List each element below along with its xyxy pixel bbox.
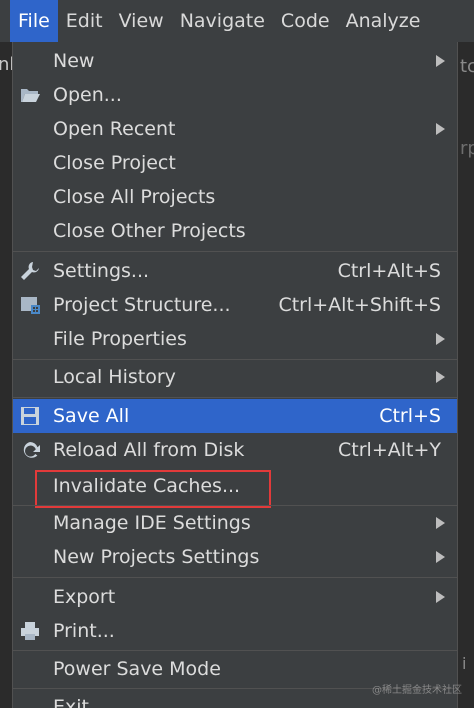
submenu-arrow-icon — [436, 551, 445, 563]
menu-item-label: Export — [53, 586, 116, 608]
menu-item-label: Local History — [53, 366, 176, 388]
menu-item-manage-ide-settings[interactable]: Manage IDE Settings — [13, 506, 457, 540]
submenu-arrow-icon — [436, 517, 445, 529]
menu-separator — [13, 650, 457, 651]
menu-item-file-properties[interactable]: File Properties — [13, 322, 457, 356]
menu-item-label: Project Structure... — [53, 294, 231, 316]
submenu-arrow-icon — [436, 55, 445, 67]
background-text: rp — [460, 138, 474, 159]
menu-item-open[interactable]: Open... — [13, 78, 457, 112]
menu-item-label: Power Save Mode — [53, 658, 221, 680]
menu-item-label: Settings... — [53, 260, 150, 282]
editor-background-right: tc rp i — [458, 42, 474, 708]
menu-edit[interactable]: Edit — [58, 0, 111, 42]
menu-item-settings[interactable]: Settings... Ctrl+Alt+S — [13, 254, 457, 288]
menu-item-label: Exit — [53, 696, 89, 708]
menu-view[interactable]: View — [111, 0, 172, 42]
editor-background-left: nl — [0, 42, 14, 708]
menu-item-label: Reload All from Disk — [53, 439, 245, 461]
red-highlight-annotation — [35, 470, 271, 508]
menu-item-label: Close All Projects — [53, 186, 216, 208]
project-structure-icon — [19, 294, 41, 316]
file-menu-dropdown: New Open... Open Recent Close Project Cl… — [12, 42, 458, 708]
menu-item-new-projects-settings[interactable]: New Projects Settings — [13, 540, 457, 574]
menu-separator — [13, 577, 457, 578]
watermark: @稀土掘金技术社区 — [372, 685, 462, 696]
menu-item-label: Save All — [53, 405, 130, 427]
menu-item-label: New Projects Settings — [53, 546, 260, 568]
menu-item-label: Close Project — [53, 152, 176, 174]
wrench-icon — [19, 260, 41, 282]
menu-item-label: Open Recent — [53, 118, 176, 140]
menu-item-label: File Properties — [53, 328, 187, 350]
submenu-arrow-icon — [436, 333, 445, 345]
save-icon — [19, 405, 41, 427]
menu-item-label: New — [53, 50, 95, 72]
menu-item-label: Open... — [53, 84, 122, 106]
ide-window: File Edit View Navigate Code Analyze nl … — [0, 0, 474, 708]
menu-analyze[interactable]: Analyze — [338, 0, 429, 42]
folder-open-icon — [19, 84, 41, 106]
menu-item-close-all-projects[interactable]: Close All Projects — [13, 180, 457, 214]
menu-code[interactable]: Code — [273, 0, 338, 42]
reload-icon — [19, 439, 41, 461]
shortcut-text: Ctrl+S — [379, 405, 441, 427]
background-text: i — [462, 654, 467, 673]
menu-item-close-project[interactable]: Close Project — [13, 146, 457, 180]
menu-item-label: Print... — [53, 620, 115, 642]
menu-item-print[interactable]: Print... — [13, 614, 457, 648]
menu-bar: File Edit View Navigate Code Analyze — [0, 0, 474, 42]
menu-item-local-history[interactable]: Local History — [13, 360, 457, 394]
background-text: tc — [460, 56, 474, 77]
menu-item-project-structure[interactable]: Project Structure... Ctrl+Alt+Shift+S — [13, 288, 457, 322]
shortcut-text: Ctrl+Alt+S — [337, 260, 441, 282]
menu-item-reload-all-from-disk[interactable]: Reload All from Disk Ctrl+Alt+Y — [13, 433, 457, 467]
submenu-arrow-icon — [436, 591, 445, 603]
shortcut-text: Ctrl+Alt+Y — [338, 439, 441, 461]
menu-item-export[interactable]: Export — [13, 580, 457, 614]
menubar-edge — [0, 0, 10, 42]
menu-item-save-all[interactable]: Save All Ctrl+S — [13, 399, 457, 433]
menu-item-label: Manage IDE Settings — [53, 512, 251, 534]
shortcut-text: Ctrl+Alt+Shift+S — [278, 294, 441, 316]
submenu-arrow-icon — [436, 371, 445, 383]
menu-file[interactable]: File — [10, 0, 58, 42]
submenu-arrow-icon — [436, 123, 445, 135]
menu-item-label: Close Other Projects — [53, 220, 246, 242]
menu-item-new[interactable]: New — [13, 44, 457, 78]
menu-separator — [13, 251, 457, 252]
printer-icon — [19, 620, 41, 642]
menu-separator — [13, 397, 457, 398]
menu-navigate[interactable]: Navigate — [172, 0, 273, 42]
menu-item-close-other-projects[interactable]: Close Other Projects — [13, 214, 457, 248]
menu-item-open-recent[interactable]: Open Recent — [13, 112, 457, 146]
